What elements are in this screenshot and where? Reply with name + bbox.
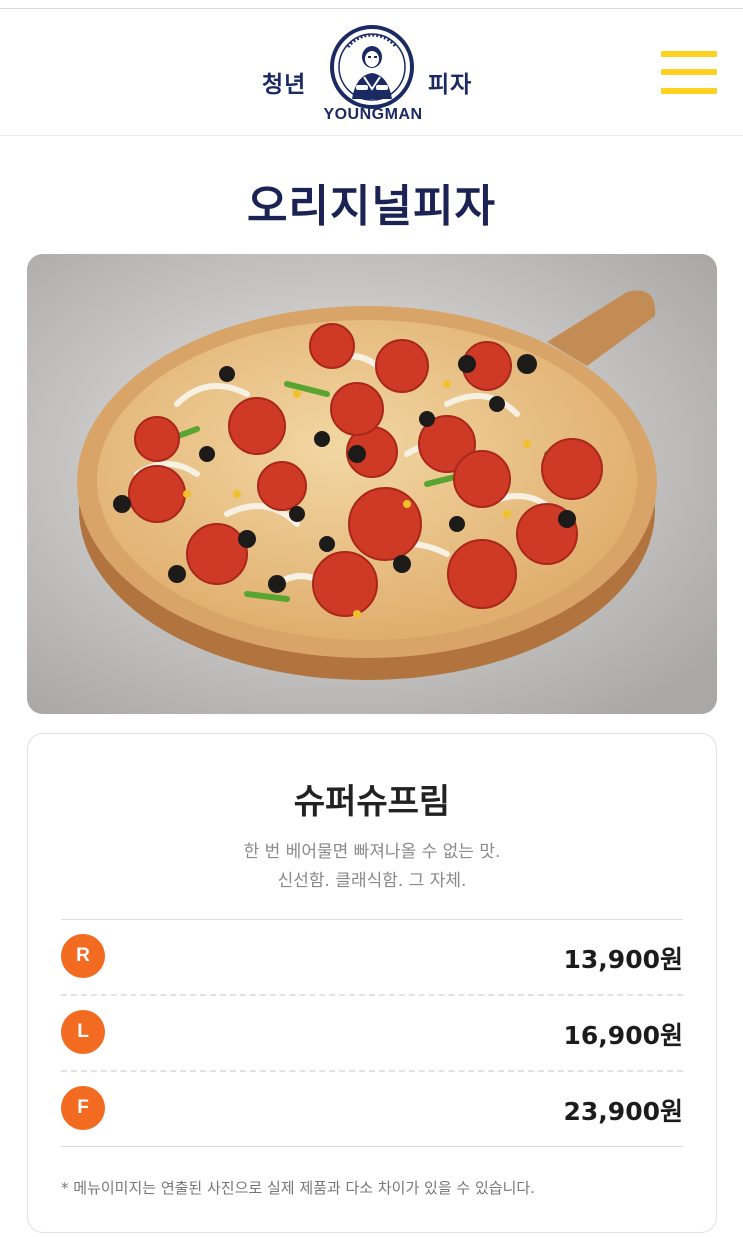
price-value: 23,900원	[563, 1097, 683, 1126]
image-disclaimer: * 메뉴이미지는 연출된 사진으로 실제 제품과 다소 차이가 있을 수 있습니…	[61, 1179, 535, 1197]
site-header: 청년 피자 YOUNGMAN	[0, 9, 743, 136]
menu-description: 한 번 베어물면 빠져나올 수 없는 맛. 신선함. 클래식함. 그 자체.	[28, 838, 716, 896]
menu-detail-card: 슈퍼슈프림 한 번 베어물면 빠져나올 수 없는 맛. 신선함. 클래식함. 그…	[27, 733, 717, 1233]
size-badge-r: R	[61, 934, 105, 978]
price-value: 13,900원	[563, 945, 683, 974]
chef-emblem-icon	[326, 25, 418, 109]
brand-logo[interactable]: 청년 피자 YOUNGMAN	[262, 21, 484, 131]
page: 청년 피자 YOUNGMAN 오리지널피자 슈퍼슈프림 한 번 베어물면 빠져나…	[0, 0, 743, 1237]
brand-name-korean-left: 청년	[262, 72, 307, 98]
menu-bar-bottom	[661, 88, 717, 94]
pizza-photo	[27, 254, 717, 714]
size-badge-l: L	[61, 1010, 105, 1054]
menu-bar-top	[661, 51, 717, 57]
menu-item-name: 슈퍼슈프림	[293, 782, 451, 822]
menu-description-line: 신선함. 클래식함. 그 자체.	[277, 871, 467, 891]
supreme-pizza-illustration	[27, 254, 717, 714]
brand-name-english: YOUNGMAN	[323, 106, 423, 123]
price-row-regular: R 13,900원	[61, 920, 683, 996]
price-row-family: F 23,900원	[61, 1072, 683, 1147]
hamburger-menu-icon[interactable]	[661, 51, 717, 95]
page-title: 오리지널피자	[247, 181, 496, 232]
brand-name-korean-right: 피자	[428, 72, 473, 98]
size-badge-f: F	[61, 1086, 105, 1130]
price-row-large: L 16,900원	[61, 996, 683, 1072]
price-value: 16,900원	[563, 1021, 683, 1050]
menu-description-line: 한 번 베어물면 빠져나올 수 없는 맛.	[243, 842, 501, 862]
menu-bar-middle	[661, 69, 717, 75]
